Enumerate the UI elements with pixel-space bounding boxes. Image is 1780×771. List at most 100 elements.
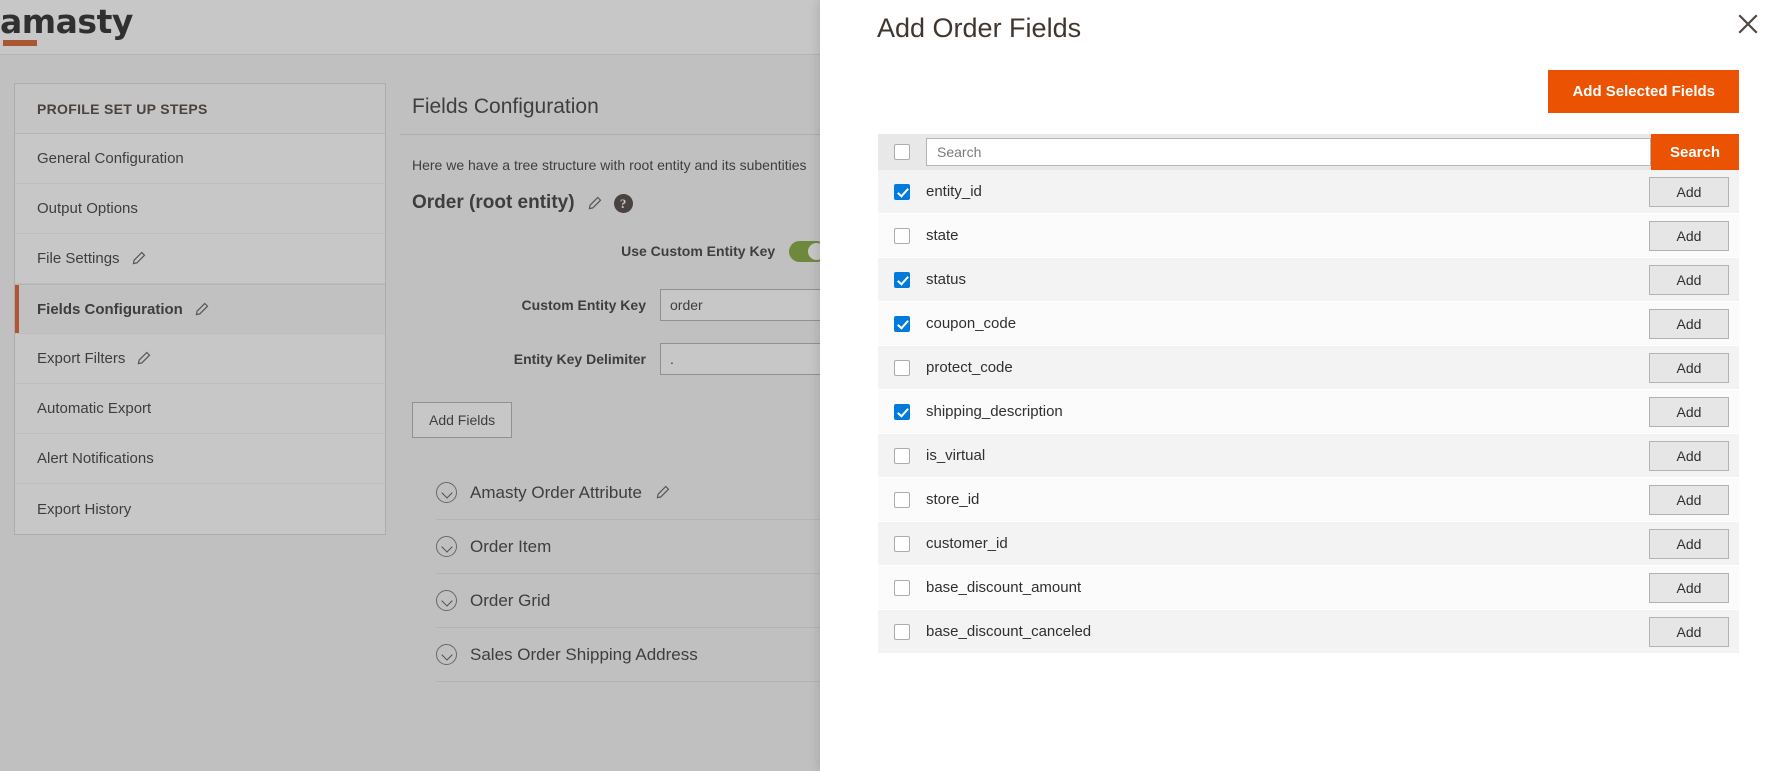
sidebar-item-label: Alert Notifications <box>37 450 154 467</box>
search-input[interactable] <box>926 138 1651 166</box>
close-icon[interactable] <box>1733 9 1763 39</box>
tree-row[interactable]: Order Item <box>436 520 860 574</box>
tree-row[interactable]: Amasty Order Attribute <box>436 466 860 520</box>
chevron-down-icon[interactable] <box>436 536 457 557</box>
table-row[interactable]: is_virtual Add <box>878 434 1739 478</box>
row-checkbox[interactable] <box>894 403 910 420</box>
page-description: Here we have a tree structure with root … <box>412 157 807 173</box>
row-checkbox[interactable] <box>894 579 910 596</box>
amasty-logo: amasty <box>0 2 133 41</box>
help-icon[interactable]: ? <box>613 193 633 213</box>
row-checkbox[interactable] <box>894 183 910 200</box>
tree-row-label: Sales Order Shipping Address <box>470 644 698 664</box>
profile-steps-sidebar: PROFILE SET UP STEPS General Configurati… <box>14 83 386 535</box>
tree-row-label: Order Grid <box>470 590 551 610</box>
table-row[interactable]: protect_code Add <box>878 346 1739 390</box>
sidebar-item-export-history[interactable]: Export History <box>15 484 385 534</box>
table-row[interactable]: customer_id Add <box>878 522 1739 566</box>
table-row[interactable]: status Add <box>878 258 1739 302</box>
row-checkbox[interactable] <box>894 227 910 244</box>
row-checkbox[interactable] <box>894 491 910 508</box>
row-checkbox[interactable] <box>894 359 910 376</box>
tree-row-label: Amasty Order Attribute <box>470 482 642 502</box>
sidebar-item-fields-configuration[interactable]: Fields Configuration <box>15 284 385 334</box>
table-row[interactable]: store_id Add <box>878 478 1739 522</box>
row-checkbox-cell <box>878 403 926 420</box>
edit-pencil-icon[interactable] <box>131 251 146 266</box>
table-row[interactable]: base_discount_canceled Add <box>878 610 1739 654</box>
field-name: store_id <box>926 491 980 508</box>
add-fields-button[interactable]: Add Fields <box>412 402 513 438</box>
field-name: base_discount_amount <box>926 579 1082 596</box>
field-name: protect_code <box>926 359 1013 376</box>
table-row[interactable]: shipping_description Add <box>878 390 1739 434</box>
sidebar-item-general-configuration[interactable]: General Configuration <box>15 134 385 184</box>
row-checkbox[interactable] <box>894 271 910 288</box>
table-row[interactable]: coupon_code Add <box>878 302 1739 346</box>
sidebar-item-list: General Configuration Output Options File … <box>15 134 385 534</box>
row-action-cell: Add <box>1609 528 1739 559</box>
edit-pencil-icon[interactable] <box>194 302 209 317</box>
chevron-down-icon[interactable] <box>436 482 457 503</box>
row-checkbox[interactable] <box>894 623 910 640</box>
sidebar-item-label: Export Filters <box>37 350 126 367</box>
row-action-cell: Add <box>1609 572 1739 603</box>
entity-key-delimiter-label: Entity Key Delimiter <box>513 351 646 367</box>
sidebar-item-automatic-export[interactable]: Automatic Export <box>15 384 385 434</box>
row-checkbox-cell <box>878 227 926 244</box>
table-row[interactable]: base_discount_amount Add <box>878 566 1739 610</box>
sidebar-item-file-settings[interactable]: File Settings <box>15 234 385 284</box>
row-checkbox-cell <box>878 623 926 640</box>
row-checkbox-cell <box>878 183 926 200</box>
panel-header: Add Order Fields <box>820 0 1780 62</box>
row-checkbox[interactable] <box>894 315 910 332</box>
row-checkbox-cell <box>878 271 926 288</box>
tree-row-label: Order Item <box>470 536 552 556</box>
add-field-button[interactable]: Add <box>1649 528 1729 559</box>
add-field-button[interactable]: Add <box>1649 396 1729 427</box>
sidebar-item-export-filters[interactable]: Export Filters <box>15 334 385 384</box>
entity-tree-list: Amasty Order Attribute Order Item Order Gr… <box>400 466 860 682</box>
table-row[interactable]: state Add <box>878 214 1739 258</box>
logo-underline <box>3 40 37 46</box>
add-selected-fields-button[interactable]: Add Selected Fields <box>1548 70 1739 113</box>
add-field-button[interactable]: Add <box>1649 264 1729 295</box>
add-field-button[interactable]: Add <box>1649 572 1729 603</box>
field-name: state <box>926 227 959 244</box>
fields-configuration-content: Fields Configuration Here we have a tree… <box>400 83 860 682</box>
row-action-cell: Add <box>1609 484 1739 515</box>
table-row[interactable]: entity_id Add <box>878 170 1739 214</box>
row-checkbox[interactable] <box>894 535 910 552</box>
edit-pencil-icon[interactable] <box>587 196 602 211</box>
sidebar-title: PROFILE SET UP STEPS <box>15 84 385 134</box>
row-checkbox-cell <box>878 579 926 596</box>
field-name: status <box>926 271 967 288</box>
row-checkbox[interactable] <box>894 447 910 464</box>
custom-entity-key-label: Custom Entity Key <box>521 297 646 313</box>
tree-row[interactable]: Order Grid <box>436 574 860 628</box>
add-field-button[interactable]: Add <box>1649 440 1729 471</box>
background-page: amasty PROFILE SET UP STEPS General Conf… <box>0 0 860 771</box>
row-action-cell: Add <box>1609 440 1739 471</box>
add-field-button[interactable]: Add <box>1649 220 1729 251</box>
add-field-button[interactable]: Add <box>1649 176 1729 207</box>
row-action-cell: Add <box>1609 352 1739 383</box>
row-action-cell: Add <box>1609 176 1739 207</box>
row-checkbox-cell <box>878 491 926 508</box>
search-button[interactable]: Search <box>1651 134 1739 170</box>
tree-row[interactable]: Sales Order Shipping Address <box>436 628 860 682</box>
sidebar-item-label: Export History <box>37 500 132 518</box>
sidebar-item-output-options[interactable]: Output Options <box>15 184 385 234</box>
sidebar-item-alert-notifications[interactable]: Alert Notifications <box>15 434 385 484</box>
add-field-button[interactable]: Add <box>1649 616 1729 647</box>
edit-pencil-icon[interactable] <box>655 485 670 500</box>
add-field-button[interactable]: Add <box>1649 308 1729 339</box>
select-all-checkbox[interactable] <box>894 144 910 160</box>
add-field-button[interactable]: Add <box>1649 484 1729 515</box>
add-field-button[interactable]: Add <box>1649 352 1729 383</box>
edit-pencil-icon[interactable] <box>136 351 151 366</box>
root-entity-heading: Order (root entity) ? <box>400 173 860 214</box>
chevron-down-icon[interactable] <box>436 644 457 665</box>
custom-entity-key-row: Custom Entity Key <box>400 288 860 322</box>
chevron-down-icon[interactable] <box>436 590 457 611</box>
